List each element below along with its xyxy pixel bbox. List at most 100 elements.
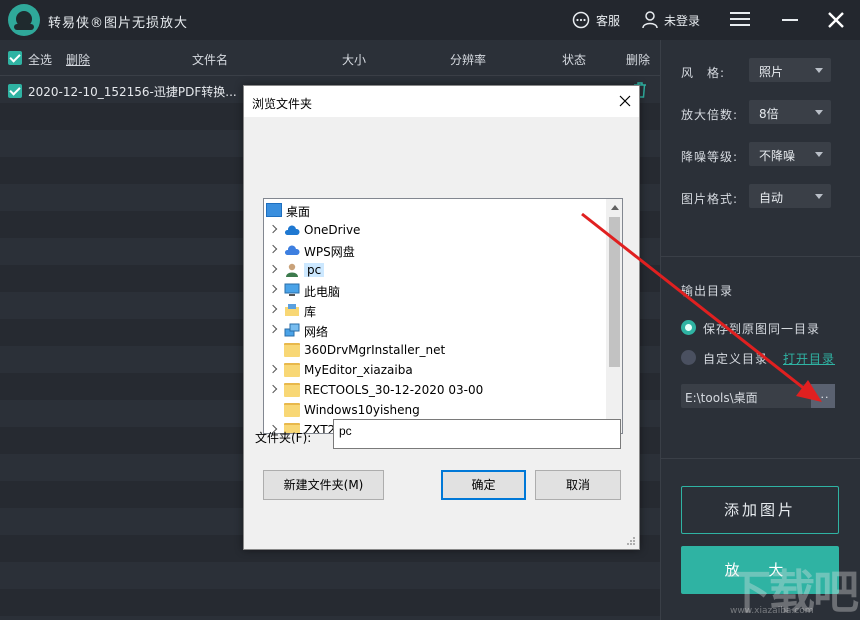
row-filename: 2020-12-10_152156-迅捷PDF转换... bbox=[28, 85, 237, 99]
settings-panel: 风 格: 照片 放大倍数: 8倍 降噪等级: 不降噪 图片格式: 自动 输出目录… bbox=[660, 40, 860, 620]
scale-select[interactable]: 8倍 bbox=[749, 100, 831, 124]
chevron-right-icon[interactable] bbox=[268, 284, 278, 294]
new-folder-button[interactable]: 新建文件夹(M) bbox=[263, 470, 384, 500]
menu-icon[interactable] bbox=[730, 12, 750, 28]
tree-item-label: 360DrvMgrInstaller_net bbox=[304, 343, 446, 357]
resize-grip-icon[interactable] bbox=[626, 536, 636, 546]
customer-service-label: 客服 bbox=[596, 13, 621, 28]
folder-icon bbox=[284, 383, 300, 397]
output-dir-label: 输出目录 bbox=[681, 284, 734, 298]
select-all-label[interactable]: 全选 bbox=[28, 51, 52, 68]
login-button[interactable]: 未登录 bbox=[642, 11, 700, 29]
tree-item-label: OneDrive bbox=[304, 223, 361, 237]
batch-delete-link[interactable]: 删除 bbox=[66, 51, 90, 68]
folder-name-input[interactable]: pc bbox=[333, 419, 621, 449]
title-bar: 转易侠®图片无损放大 客服 未登录 bbox=[0, 0, 860, 40]
network-icon bbox=[284, 323, 300, 337]
divider bbox=[661, 458, 860, 459]
style-select[interactable]: 照片 bbox=[749, 58, 831, 82]
watermark-url: www.xiazaiba.com bbox=[730, 606, 814, 616]
tree-item-folder[interactable]: MyEditor_xiazaiba bbox=[264, 360, 606, 380]
browse-folder-dialog: 浏览文件夹 桌面 OneDrive WPS网盘 pc 此电脑 库 网络 360D… bbox=[243, 85, 640, 550]
login-label: 未登录 bbox=[664, 13, 701, 28]
chevron-right-icon[interactable] bbox=[268, 244, 278, 254]
customer-service-button[interactable]: 客服 bbox=[572, 11, 620, 29]
desktop-icon bbox=[266, 203, 282, 217]
format-label: 图片格式: bbox=[681, 192, 739, 206]
tree-scrollbar[interactable] bbox=[606, 199, 622, 433]
radio-same-dir[interactable] bbox=[681, 320, 696, 335]
chevron-right-icon[interactable] bbox=[268, 324, 278, 334]
tree-item-label: 库 bbox=[304, 305, 317, 319]
tree-item-this-pc[interactable]: 此电脑 bbox=[264, 280, 606, 300]
scale-label: 放大倍数: bbox=[681, 108, 739, 122]
close-icon[interactable] bbox=[826, 10, 846, 30]
tree-item-pc[interactable]: pc bbox=[264, 260, 606, 280]
tree-item-network[interactable]: 网络 bbox=[264, 320, 606, 340]
tree-item-label: 此电脑 bbox=[304, 285, 341, 299]
denoise-select[interactable]: 不降噪 bbox=[749, 142, 831, 166]
column-filename: 文件名 bbox=[192, 53, 229, 67]
output-path-field[interactable]: E:\tools\桌面 bbox=[681, 384, 811, 408]
chevron-right-icon[interactable] bbox=[268, 264, 278, 274]
open-dir-link[interactable]: 打开目录 bbox=[783, 350, 835, 367]
add-images-button[interactable]: 添加图片 bbox=[681, 486, 839, 534]
denoise-value: 不降噪 bbox=[759, 149, 796, 163]
minimize-icon[interactable] bbox=[782, 19, 798, 21]
output-path-value: E:\tools\桌面 bbox=[685, 391, 758, 405]
tree-item-library[interactable]: 库 bbox=[264, 300, 606, 320]
app-logo-icon bbox=[8, 4, 40, 36]
radio-custom-dir[interactable] bbox=[681, 350, 696, 365]
chat-icon bbox=[572, 11, 590, 29]
column-delete: 删除 bbox=[626, 53, 651, 67]
chevron-right-icon[interactable] bbox=[268, 384, 278, 394]
user-icon bbox=[642, 11, 658, 29]
tree-item-onedrive[interactable]: OneDrive bbox=[264, 220, 606, 240]
app-title: 转易侠®图片无损放大 bbox=[48, 16, 189, 31]
denoise-label: 降噪等级: bbox=[681, 150, 739, 164]
tree-item-label: 桌面 bbox=[286, 205, 311, 219]
chevron-right-icon[interactable] bbox=[268, 224, 278, 234]
cancel-button[interactable]: 取消 bbox=[535, 470, 621, 500]
browse-label: ... bbox=[816, 388, 830, 401]
style-value: 照片 bbox=[759, 65, 784, 79]
computer-icon bbox=[284, 283, 300, 296]
tree-item-folder[interactable]: RECTOOLS_30-12-2020 03-00 bbox=[264, 380, 606, 400]
cloud-icon bbox=[284, 225, 300, 235]
chevron-right-icon[interactable] bbox=[268, 364, 278, 374]
row-checkbox[interactable] bbox=[8, 84, 22, 98]
watermark: 下载吧 www.xiazaiba.com bbox=[718, 556, 859, 620]
format-select[interactable]: 自动 bbox=[749, 184, 831, 208]
scrollbar-thumb[interactable] bbox=[609, 217, 620, 367]
dialog-title: 浏览文件夹 bbox=[252, 97, 313, 111]
scale-value: 8倍 bbox=[759, 107, 779, 121]
select-all-checkbox[interactable] bbox=[8, 51, 22, 65]
tree-item-label: RECTOOLS_30-12-2020 03-00 bbox=[304, 383, 484, 397]
folder-icon bbox=[284, 403, 300, 417]
tree-item-folder[interactable]: 360DrvMgrInstaller_net bbox=[264, 340, 606, 360]
folder-icon bbox=[284, 343, 300, 357]
custom-dir-label[interactable]: 自定义目录 bbox=[703, 350, 768, 367]
tree-item-desktop[interactable]: 桌面 bbox=[264, 200, 606, 220]
wps-cloud-icon bbox=[284, 245, 300, 255]
tree-item-label: 网络 bbox=[304, 325, 329, 339]
tree-item-label: pc bbox=[304, 263, 325, 277]
tree-item-wps-cloud[interactable]: WPS网盘 bbox=[264, 240, 606, 260]
folder-field-label: 文件夹(F): bbox=[255, 431, 312, 445]
folder-tree[interactable]: 桌面 OneDrive WPS网盘 pc 此电脑 库 网络 360DrvMgrI… bbox=[263, 198, 623, 434]
style-label: 风 格: bbox=[681, 66, 726, 80]
browse-button[interactable]: ... bbox=[811, 384, 835, 408]
scroll-up-icon[interactable] bbox=[611, 205, 619, 210]
tree-item-label: WPS网盘 bbox=[304, 245, 355, 259]
same-dir-label[interactable]: 保存到原图同一目录 bbox=[703, 320, 820, 337]
column-resolution: 分辨率 bbox=[450, 53, 487, 67]
column-size: 大小 bbox=[342, 53, 367, 67]
tree-item-folder[interactable]: Windows10yisheng bbox=[264, 400, 606, 420]
divider bbox=[661, 256, 860, 257]
tree-item-label: Windows10yisheng bbox=[304, 403, 420, 417]
ok-button[interactable]: 确定 bbox=[441, 470, 526, 500]
dialog-close-icon[interactable] bbox=[616, 92, 634, 110]
chevron-right-icon[interactable] bbox=[268, 304, 278, 314]
library-icon bbox=[285, 304, 299, 316]
column-status: 状态 bbox=[562, 53, 587, 67]
